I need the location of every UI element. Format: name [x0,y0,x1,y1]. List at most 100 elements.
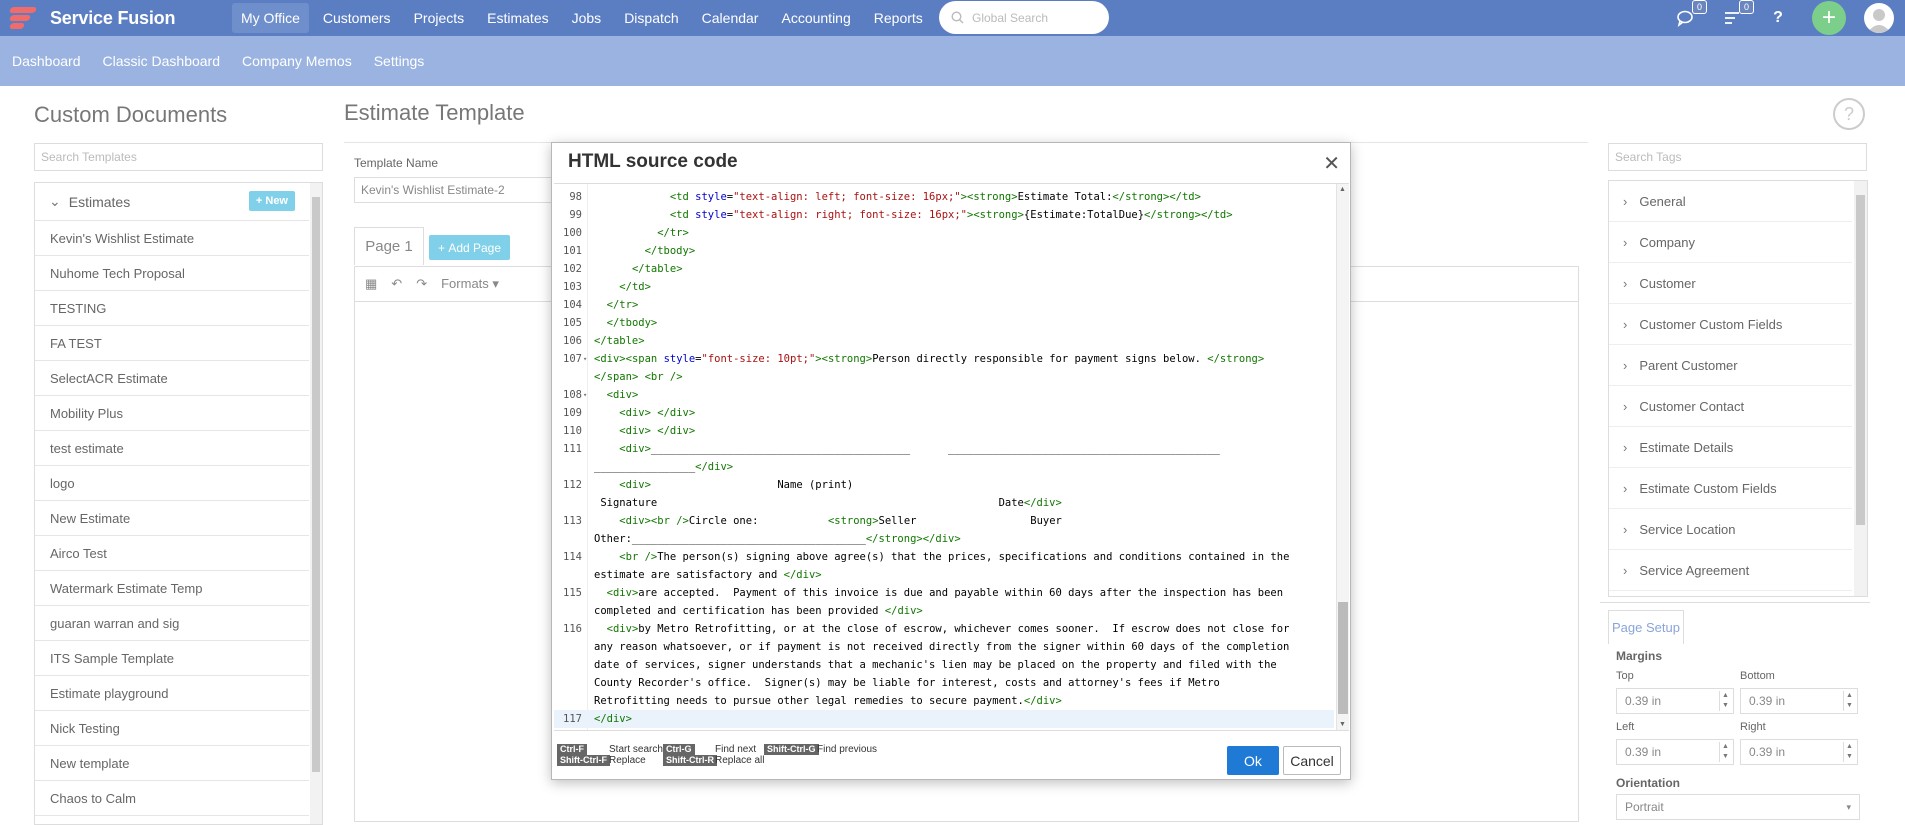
nav-calendar[interactable]: Calendar [693,3,768,33]
code-line[interactable]: date of services, signer understands tha… [554,656,1334,674]
add-page-button[interactable]: + Add Page [429,235,510,260]
nav-jobs[interactable]: Jobs [563,3,611,33]
quick-add-button[interactable]: + [1812,1,1846,35]
template-item[interactable]: New Estimate [35,501,309,536]
template-item[interactable]: Watermark Estimate Temp [35,571,309,606]
nav-reports[interactable]: Reports [865,3,932,33]
user-avatar[interactable] [1864,3,1894,33]
tag-group-customer[interactable]: › Customer [1609,263,1852,304]
formats-dropdown[interactable]: Formats ▾ [441,276,499,292]
code-line[interactable]: Other:__________________________________… [554,530,1334,548]
tag-group-company[interactable]: › Company [1609,222,1852,263]
nav-estimates[interactable]: Estimates [478,3,557,33]
global-search[interactable] [939,1,1109,34]
template-list-scrollbar[interactable] [310,183,322,824]
subnav-settings[interactable]: Settings [374,53,425,69]
template-item[interactable]: Nick Testing [35,711,309,746]
code-scrollbar[interactable]: ▲ ▼ [1336,184,1349,730]
nav-dispatch[interactable]: Dispatch [615,3,687,33]
nav-customers[interactable]: Customers [314,3,400,33]
code-editor[interactable]: 98 <td style="text-align: left; font-siz… [554,183,1349,731]
tags-list-scrollbar[interactable] [1854,181,1867,596]
cancel-button[interactable]: Cancel [1283,746,1341,775]
ok-button[interactable]: Ok [1227,746,1279,775]
source-code-icon[interactable]: ▦ [365,276,377,292]
undo-icon[interactable]: ↶ [391,276,402,292]
template-item[interactable]: test estimate [35,431,309,466]
redo-icon[interactable]: ↷ [416,276,427,292]
template-item[interactable]: Estimate playground [35,676,309,711]
search-templates-input[interactable] [34,143,323,171]
tag-group-service-agreement[interactable]: › Service Agreement [1609,550,1852,591]
template-name-input[interactable]: Kevin's Wishlist Estimate-2 [354,177,564,203]
bottom-margin-input[interactable]: 0.39 in ▲ ▼ [1740,688,1858,714]
template-item[interactable]: logo [35,466,309,501]
estimates-group-header[interactable]: ⌄ Estimates + New [35,183,309,221]
scroll-down-icon[interactable]: ▼ [1339,721,1346,728]
nav-accounting[interactable]: Accounting [772,3,859,33]
code-line[interactable]: 113 <div><br />Circle one: <strong>Selle… [554,512,1334,530]
help-icon[interactable]: ? [1766,6,1790,30]
template-item[interactable]: FA TEST [35,326,309,361]
top-margin-input[interactable]: 0.39 in ▲ ▼ [1616,688,1734,714]
close-icon[interactable]: ✕ [1323,151,1340,176]
global-search-input[interactable] [972,10,1092,25]
scroll-up-icon[interactable]: ▲ [1339,186,1346,193]
code-line[interactable]: 110 <div> </div> [554,422,1334,440]
tag-group-general[interactable]: › General [1609,181,1852,222]
code-line[interactable]: 104 </tr> [554,296,1334,314]
spinner-arrows-icon[interactable]: ▲ ▼ [1719,691,1731,711]
template-item[interactable]: New template [35,746,309,781]
code-line[interactable]: 112 <div> Name (print) [554,476,1334,494]
code-line[interactable]: County Recorder's office. Signer(s) may … [554,674,1334,692]
app-logo[interactable]: Service Fusion [6,0,175,36]
code-line[interactable]: 114 <br />The person(s) signing above ag… [554,548,1334,566]
spinner-arrows-icon[interactable]: ▲ ▼ [1843,691,1855,711]
code-line[interactable]: 100 </tr> [554,224,1334,242]
tag-group-service-location[interactable]: › Service Location [1609,509,1852,550]
template-item[interactable]: Nuhome Tech Proposal [35,256,309,291]
help-circle-icon[interactable]: ? [1833,98,1865,130]
template-list-scroll-thumb[interactable] [312,197,320,772]
spinner-arrows-icon[interactable]: ▲ ▼ [1719,742,1731,762]
code-line[interactable]: 115 <div>are accepted. Payment of this i… [554,584,1334,602]
code-line[interactable]: 107 ▾ <div><span style="font-size: 10pt;">… [554,350,1334,368]
code-line[interactable]: 105 </tbody> [554,314,1334,332]
code-scroll-thumb[interactable] [1338,602,1348,714]
template-item[interactable]: SelectACR Estimate [35,361,309,396]
spinner-arrows-icon[interactable]: ▲ ▼ [1843,742,1855,762]
tab-page-setup[interactable]: Page Setup [1608,610,1684,644]
search-tags-input[interactable] [1608,143,1867,171]
right-margin-input[interactable]: 0.39 in ▲ ▼ [1740,739,1858,765]
code-line[interactable]: 102 </table> [554,260,1334,278]
code-line[interactable]: 109 <div> </div> [554,404,1334,422]
fold-arrow-icon[interactable]: ▾ [583,386,587,404]
tag-group-customer-custom-fields[interactable]: › Customer Custom Fields [1609,304,1852,345]
chat-button[interactable]: 0 [1673,0,1707,30]
tag-group-estimate-custom-fields[interactable]: › Estimate Custom Fields [1609,468,1852,509]
fold-arrow-icon[interactable]: ▾ [583,350,587,368]
template-item[interactable]: Mobility Plus [35,396,309,431]
code-line[interactable]: 108 ▾ <div> [554,386,1334,404]
tab-page-1[interactable]: Page 1 [354,227,424,265]
code-line[interactable]: Signature Date</div> [554,494,1334,512]
template-item[interactable]: ITS Sample Template [35,641,309,676]
code-line[interactable]: Retrofitting needs to pursue other legal… [554,692,1334,710]
template-item[interactable]: Kevin's Wishlist Estimate [35,221,309,256]
code-line[interactable]: 116 <div>by Metro Retrofitting, or at th… [554,620,1334,638]
tags-list-scroll-thumb[interactable] [1856,195,1865,525]
code-line[interactable]: 98 <td style="text-align: left; font-siz… [554,188,1334,206]
code-line[interactable]: 106 </table> [554,332,1334,350]
code-line[interactable]: completed and certification has been pro… [554,602,1334,620]
template-item[interactable]: guaran warran and sig [35,606,309,641]
code-line[interactable]: estimate are satisfactory and </div> [554,566,1334,584]
subnav-company-memos[interactable]: Company Memos [242,53,352,69]
nav-my-office[interactable]: My Office [232,3,309,33]
new-template-button[interactable]: + New [248,191,295,211]
tag-group-customer-contact[interactable]: › Customer Contact [1609,386,1852,427]
code-line[interactable]: </span> <br /> [554,368,1334,386]
code-line[interactable]: 117 </div> [554,710,1334,728]
code-line[interactable]: any reason whatsoever, or if payment is … [554,638,1334,656]
code-line[interactable]: 99 <td style="text-align: right; font-si… [554,206,1334,224]
template-item[interactable]: Chaos to Calm [35,781,309,816]
